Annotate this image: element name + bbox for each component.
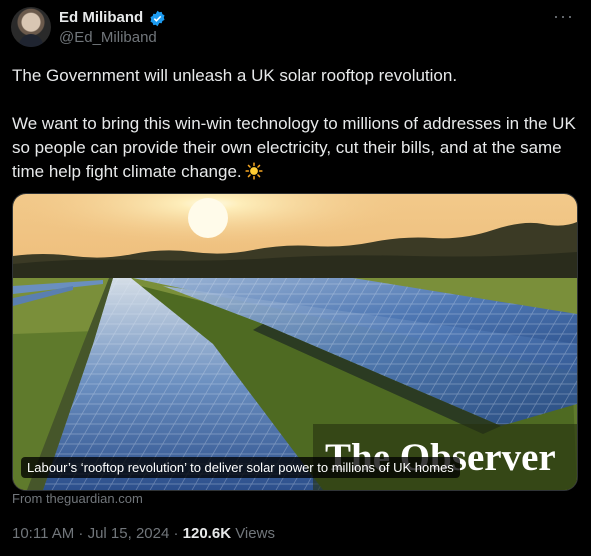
card-source[interactable]: From theguardian.com (12, 491, 143, 506)
tweet-paragraph-1: The Government will unleash a UK solar r… (12, 66, 458, 85)
views-label: Views (231, 525, 275, 542)
avatar[interactable] (11, 7, 51, 47)
author-handle[interactable]: @Ed_Miliband (59, 29, 157, 46)
tweet-paragraph-2-text: We want to bring this win-win technology… (12, 114, 576, 181)
tweet-meta: 10:11 AM · Jul 15, 2024 · 120.6K Views (12, 525, 275, 542)
tweet-paragraph-2: We want to bring this win-win technology… (12, 112, 580, 184)
card-caption: Labour’s ‘rooftop revolution’ to deliver… (21, 457, 460, 478)
card-image: The Observer (13, 194, 577, 490)
link-card[interactable]: The Observer Labour’s ‘rooftop revolutio… (12, 193, 578, 491)
more-icon[interactable]: ··· (553, 6, 574, 27)
verified-badge-icon (150, 10, 165, 27)
views-count: 120.6K (182, 525, 232, 542)
sun-emoji-icon (245, 162, 263, 180)
timestamp[interactable]: 10:11 AM · Jul 15, 2024 · (12, 525, 183, 542)
author-name[interactable]: Ed Miliband (59, 9, 143, 26)
tweet-text: The Government will unleash a UK solar r… (12, 64, 580, 184)
